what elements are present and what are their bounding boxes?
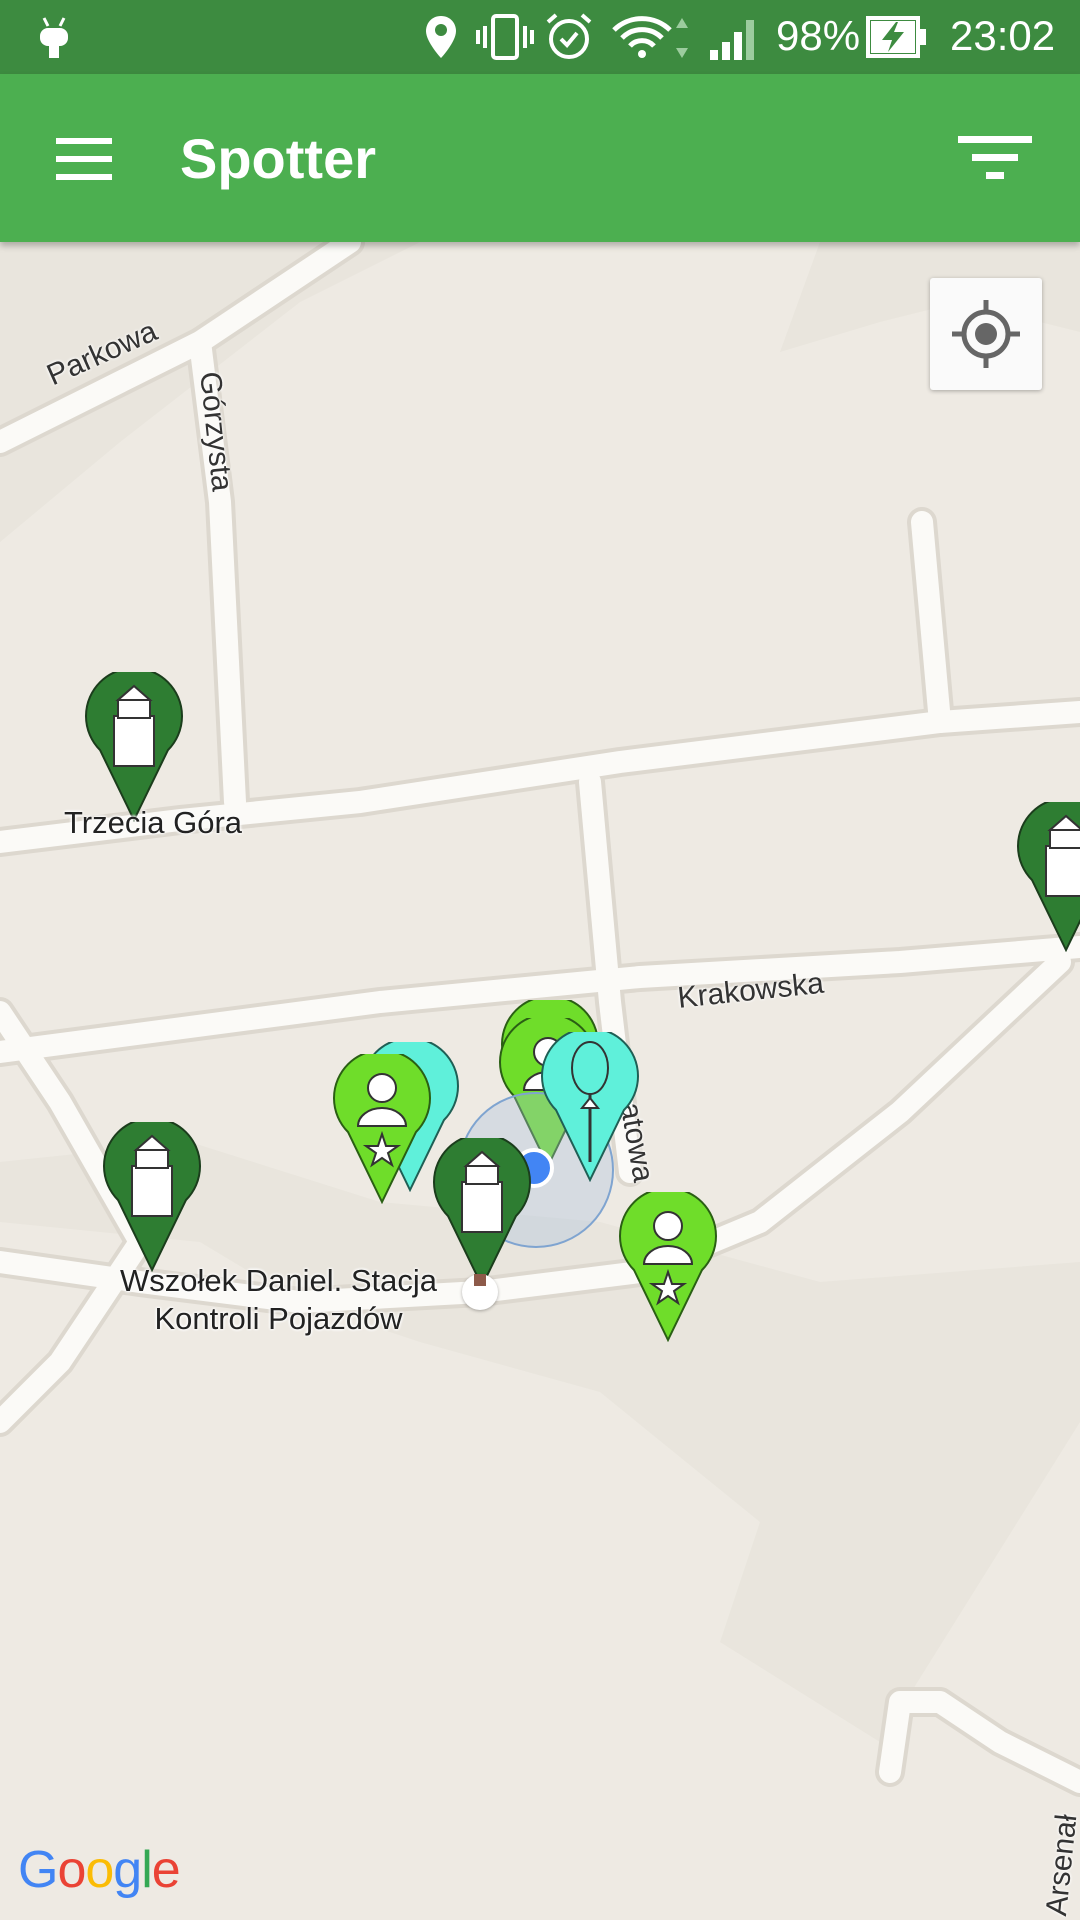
app-bar: Spotter [0, 74, 1080, 242]
place-label-trzecia-gora: Trzecia Góra [64, 805, 243, 840]
signal-icon [710, 20, 754, 60]
pin-green-person[interactable] [332, 1054, 432, 1204]
poi-marker[interactable] [462, 1274, 498, 1310]
battery-charging-icon [866, 16, 926, 58]
filter-button[interactable] [940, 116, 1050, 200]
pin-dark-tower[interactable] [1016, 802, 1080, 952]
pin-cyan-parachute[interactable] [540, 1032, 640, 1182]
battery-percent: 98% [776, 12, 861, 59]
app-title: Spotter [180, 127, 376, 190]
pin-dark-tower[interactable] [102, 1122, 202, 1272]
android-icon [40, 17, 68, 58]
clock: 23:02 [950, 12, 1056, 59]
wifi-icon [612, 16, 688, 58]
status-bar: 98% 23:02 [0, 0, 1080, 74]
vibrate-icon [476, 14, 534, 60]
google-logo: Google [18, 1841, 181, 1899]
my-location-button[interactable] [930, 278, 1042, 390]
crosshair-icon [952, 300, 1020, 368]
menu-button[interactable] [40, 116, 130, 200]
place-label-line1: Wszołek Daniel. Stacja [120, 1263, 438, 1298]
place-label-wszolek: Wszołek Daniel. Stacja Kontroli Pojazdów [120, 1262, 437, 1338]
filter-icon [958, 136, 1032, 179]
pin-dark-tower[interactable] [432, 1138, 532, 1288]
pin-dark-tower[interactable] [84, 672, 184, 822]
location-icon [426, 16, 456, 58]
map-view[interactable]: Parkowa Górzysta Krakowska atowa Arsenał [0, 242, 1080, 1920]
hamburger-menu-icon [56, 138, 112, 180]
pin-green-person[interactable] [618, 1192, 718, 1342]
place-label-line2: Kontroli Pojazdów [154, 1301, 403, 1336]
alarm-icon [546, 13, 592, 59]
